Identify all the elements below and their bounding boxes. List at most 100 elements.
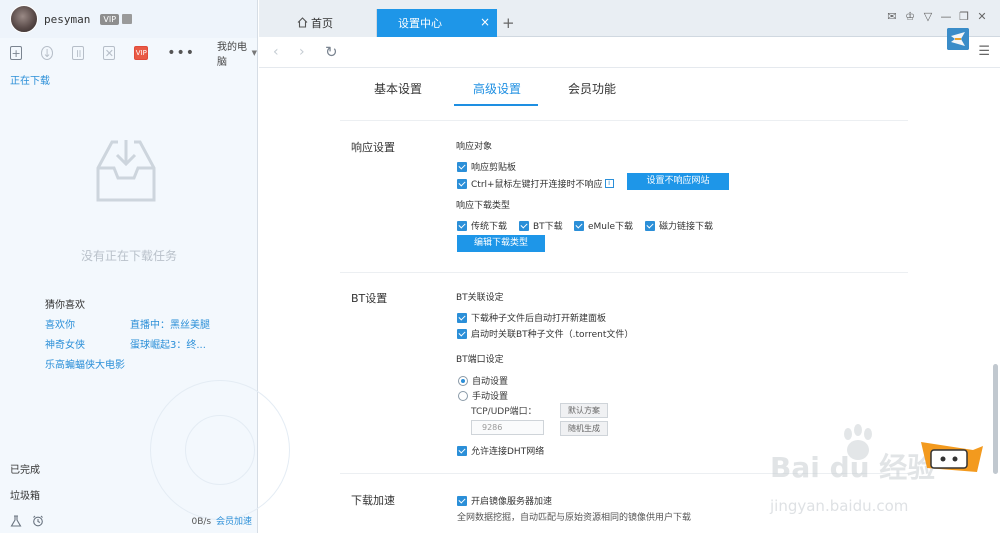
restore-icon[interactable]: ❐: [956, 10, 972, 24]
avatar[interactable]: [10, 5, 38, 33]
mirror-accel-checkbox[interactable]: 开启镜像服务器加速: [457, 494, 552, 507]
recommend-link[interactable]: 蛋球崛起3：终...: [130, 336, 206, 351]
tab-home[interactable]: 首页: [259, 9, 377, 37]
status-bar: 0B/s 会员加速: [0, 508, 258, 533]
new-tab-button[interactable]: +: [502, 14, 515, 32]
home-icon: [297, 17, 308, 28]
port-label: TCP/UDP端口：: [471, 407, 537, 417]
left-panel: pesyman VIP + ↓ ॥ ✕ VIP ••• 我的电脑 ▼ 正在下载 …: [0, 0, 290, 533]
checkbox-checked-icon: [457, 445, 467, 456]
dht-checkbox[interactable]: 允许连接DHT网络: [457, 444, 544, 457]
lab-icon[interactable]: [10, 514, 22, 527]
checkbox-checked-icon: [457, 178, 467, 189]
checkbox-label: eMule下载: [588, 222, 634, 232]
device-select[interactable]: 我的电脑 ▼: [217, 38, 257, 68]
checkbox-checked-icon: [457, 220, 467, 231]
nav-bar: ‹ › ↻ ☰: [259, 37, 1000, 68]
minimize-icon[interactable]: —: [938, 10, 954, 24]
set-no-response-sites-button[interactable]: 设置不响应网站: [627, 173, 729, 190]
subsection-title: BT端口设定: [456, 355, 504, 365]
checkbox-checked-icon: [457, 328, 467, 339]
decor-circle: [185, 415, 255, 485]
divider: [340, 272, 908, 273]
recommend-link[interactable]: 乐高蝙蝠侠大电影: [45, 356, 125, 371]
tab-advanced-settings[interactable]: 高级设置: [473, 80, 521, 97]
start-download-icon[interactable]: ↓: [41, 46, 54, 60]
section-title: BT设置: [351, 292, 388, 305]
edit-download-types-button[interactable]: 编辑下载类型: [457, 235, 545, 252]
associate-torrent-checkbox[interactable]: 启动时关联BT种子文件（.torrent文件）: [457, 327, 633, 340]
download-type-checkbox[interactable]: eMule下载: [574, 219, 633, 232]
checkbox-checked-icon: [457, 312, 467, 323]
username[interactable]: pesyman: [44, 13, 90, 26]
close-window-icon[interactable]: ✕: [974, 10, 990, 24]
download-type-checkbox[interactable]: 传统下载: [457, 219, 507, 232]
back-icon[interactable]: ‹: [273, 44, 279, 60]
port-input[interactable]: 9286: [471, 420, 544, 435]
level-icon[interactable]: [122, 14, 133, 24]
checkbox-checked-icon: [519, 220, 529, 231]
auto-port-radio[interactable]: 自动设置: [458, 374, 508, 387]
completed-category[interactable]: 已完成: [10, 461, 40, 476]
checkbox-checked-icon: [457, 495, 467, 506]
tab-member-features[interactable]: 会员功能: [568, 80, 616, 97]
checkbox-checked-icon: [645, 220, 655, 231]
downloading-category[interactable]: 正在下载: [10, 72, 50, 87]
tab-basic-settings[interactable]: 基本设置: [374, 80, 422, 97]
recommend-link[interactable]: 直播中：黑丝美腿: [130, 316, 210, 331]
skin-icon[interactable]: ♔: [902, 10, 918, 24]
checkbox-checked-icon: [574, 220, 584, 231]
new-task-button[interactable]: +: [10, 46, 23, 60]
checkbox-checked-icon: [457, 161, 467, 172]
more-button[interactable]: •••: [167, 45, 195, 61]
speed-indicator: 0B/s 会员加速: [191, 514, 252, 527]
delete-icon[interactable]: ✕: [103, 46, 116, 60]
radio-label: 手动设置: [472, 392, 509, 402]
tab-settings[interactable]: 设置中心 ×: [377, 9, 497, 37]
manual-port-radio[interactable]: 手动设置: [458, 389, 508, 402]
forward-icon[interactable]: ›: [299, 44, 305, 60]
refresh-icon[interactable]: ↻: [325, 43, 338, 61]
download-type-checkbox[interactable]: 磁力链接下载: [645, 219, 713, 232]
chevron-down-icon: ▼: [251, 49, 257, 57]
default-scheme-button[interactable]: 默认方案: [560, 403, 608, 418]
checkbox-label: Ctrl+鼠标左键打开连接时不响应: [471, 180, 603, 190]
settings-tabs: 基本设置 高级设置 会员功能: [259, 69, 1000, 106]
checkbox-label: 启动时关联BT种子文件（.torrent文件）: [471, 330, 634, 340]
member-accel-link[interactable]: 会员加速: [216, 517, 252, 527]
close-icon[interactable]: ×: [480, 15, 490, 29]
download-type-checkbox[interactable]: BT下载: [519, 219, 563, 232]
pause-icon[interactable]: ॥: [72, 46, 85, 60]
recommend-link[interactable]: 神奇女侠: [45, 336, 85, 351]
empty-message: 没有正在下载任务: [80, 249, 177, 263]
checkbox-label: 传统下载: [471, 222, 508, 232]
app-logo-icon[interactable]: [947, 28, 969, 50]
recommend-link[interactable]: 喜欢你: [45, 316, 75, 331]
clipboard-checkbox[interactable]: 响应剪贴板: [457, 160, 516, 173]
alarm-icon[interactable]: [32, 515, 44, 527]
vip-icon[interactable]: VIP: [134, 46, 149, 60]
menu-icon[interactable]: ☰: [978, 44, 990, 59]
subsection-title: BT关联设定: [456, 293, 504, 303]
random-generate-button[interactable]: 随机生成: [560, 421, 608, 436]
dropdown-icon[interactable]: ▽: [920, 10, 936, 24]
mail-icon[interactable]: ✉: [884, 10, 900, 24]
floating-widget-icon[interactable]: [917, 438, 987, 478]
scrollbar-thumb[interactable]: [993, 364, 998, 474]
subsection-title: 响应下载类型: [456, 201, 511, 211]
trash-category[interactable]: 垃圾箱: [10, 487, 40, 502]
section-title: 响应设置: [351, 141, 395, 154]
watermark-text: Bai du 经验: [770, 451, 936, 484]
speed-value: 0B/s: [191, 517, 212, 527]
recommend-title: 猜你喜欢: [45, 300, 85, 311]
device-label: 我的电脑: [217, 42, 248, 68]
ctrl-click-checkbox[interactable]: Ctrl+鼠标左键打开连接时不响应 i: [457, 177, 614, 190]
vip-badge[interactable]: VIP: [100, 13, 120, 25]
auto-open-panel-checkbox[interactable]: 下载种子文件后自动打开新建面板: [457, 311, 606, 324]
info-icon[interactable]: i: [604, 179, 614, 188]
checkbox-label: 响应剪贴板: [471, 163, 517, 173]
download-toolbar: + ↓ ॥ ✕ VIP ••• 我的电脑 ▼: [0, 38, 257, 68]
radio-label: 自动设置: [472, 377, 509, 387]
checkbox-label: 开启镜像服务器加速: [471, 497, 553, 507]
checkbox-label: 下载种子文件后自动打开新建面板: [471, 314, 607, 324]
